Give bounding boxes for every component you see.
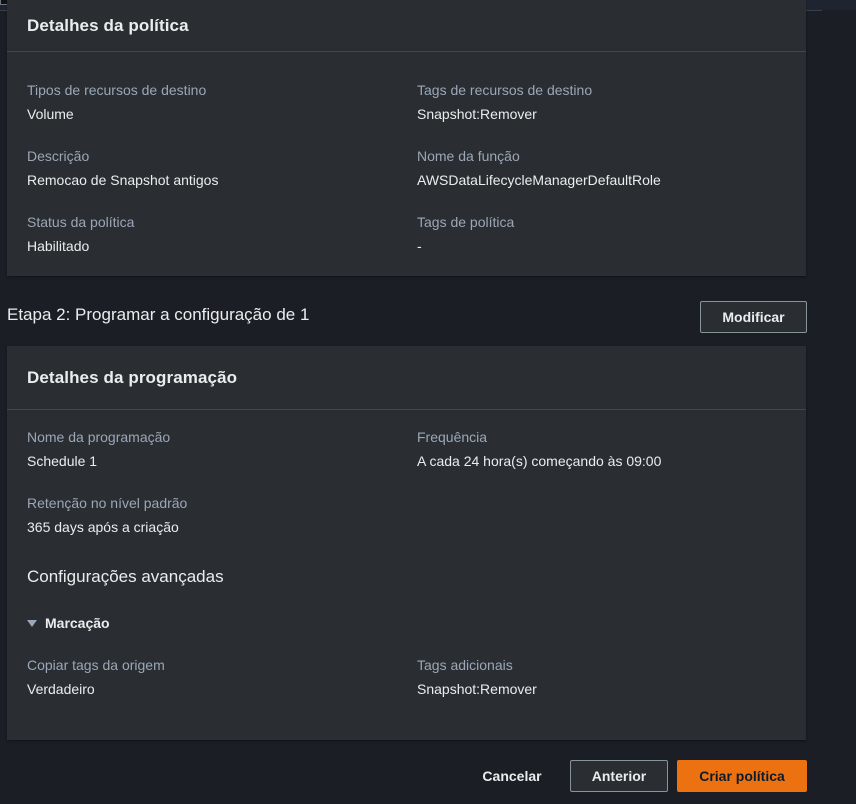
description-label: Descrição xyxy=(27,148,90,164)
copy-tags-label: Copiar tags da origem xyxy=(27,657,165,673)
frequency-value: A cada 24 hora(s) começando às 09:00 xyxy=(417,453,662,469)
caret-down-icon xyxy=(27,619,37,627)
copy-tags-value: Verdadeiro xyxy=(27,681,95,697)
target-resource-types-value: Volume xyxy=(27,106,74,122)
target-resource-types-label: Tipos de recursos de destino xyxy=(27,82,207,98)
schedule-details-panel: Detalhes da programação Nome da programa… xyxy=(7,346,806,740)
policy-tags-value: - xyxy=(417,238,422,254)
create-policy-button[interactable]: Criar política xyxy=(677,760,807,792)
tagging-label: Marcação xyxy=(45,615,110,631)
right-gutter xyxy=(822,10,856,804)
role-name-value: AWSDataLifecycleManagerDefaultRole xyxy=(417,172,661,188)
retention-label: Retenção no nível padrão xyxy=(27,495,188,511)
policy-details-header: Detalhes da política xyxy=(7,0,806,52)
policy-status-label: Status da política xyxy=(27,214,135,230)
schedule-name-label: Nome da programação xyxy=(27,429,171,445)
policy-details-title: Detalhes da política xyxy=(27,15,189,35)
additional-tags-value: Snapshot:Remover xyxy=(417,681,537,697)
advanced-settings-heading: Configurações avançadas xyxy=(27,567,224,586)
description-value: Remocao de Snapshot antigos xyxy=(27,172,219,188)
target-resource-tags-value: Snapshot:Remover xyxy=(417,106,537,122)
schedule-name-value: Schedule 1 xyxy=(27,453,98,469)
additional-tags-label: Tags adicionais xyxy=(417,657,513,673)
modify-button[interactable]: Modificar xyxy=(700,301,807,333)
tagging-expander[interactable]: Marcação xyxy=(27,615,110,631)
frequency-label: Frequência xyxy=(417,429,488,445)
retention-value: 365 days após a criação xyxy=(27,519,179,535)
schedule-details-header: Detalhes da programação xyxy=(7,346,806,410)
policy-status-value: Habilitado xyxy=(27,238,90,254)
policy-details-panel: Detalhes da política Tipos de recursos d… xyxy=(7,0,806,276)
role-name-label: Nome da função xyxy=(417,148,520,164)
previous-button[interactable]: Anterior xyxy=(570,760,668,792)
step2-title: Etapa 2: Programar a configuração de 1 xyxy=(7,305,310,324)
schedule-details-title: Detalhes da programação xyxy=(27,367,238,387)
policy-tags-label: Tags de política xyxy=(417,214,515,230)
target-resource-tags-label: Tags de recursos de destino xyxy=(417,82,593,98)
cancel-button[interactable]: Cancelar xyxy=(472,760,552,792)
